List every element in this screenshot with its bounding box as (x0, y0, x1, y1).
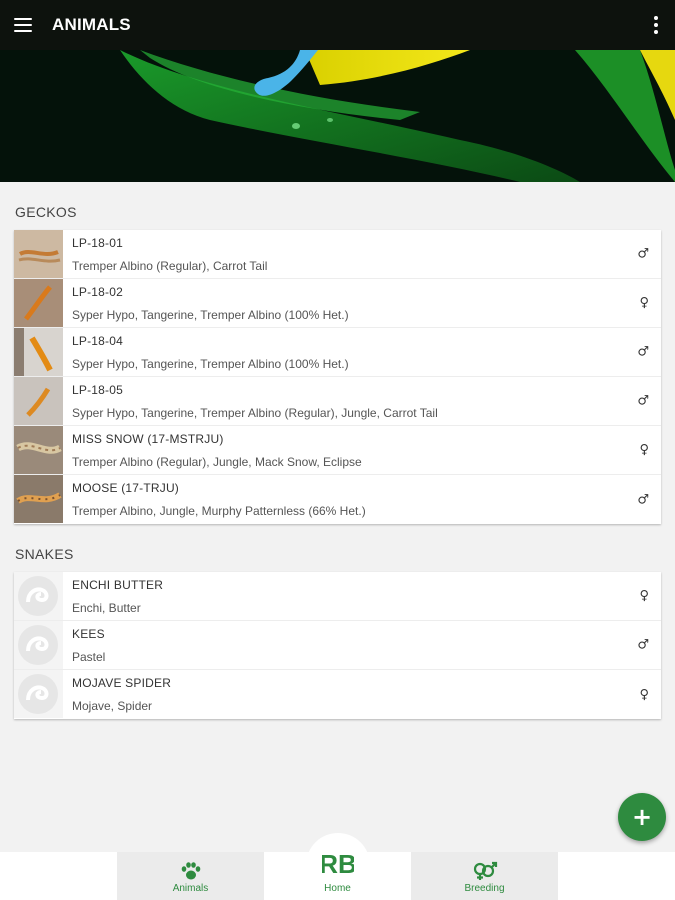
animal-name: LP-18-02 (72, 285, 123, 299)
animal-photo (14, 377, 63, 425)
page-title: ANIMALS (52, 15, 131, 34)
male-icon: ♂ (637, 637, 649, 653)
tab-animals-label: Animals (172, 883, 209, 894)
more-vert-icon[interactable] (643, 0, 669, 50)
female-icon: ♀ (639, 687, 649, 702)
paw-icon (181, 862, 200, 880)
app-bar: ANIMALS (0, 0, 675, 50)
animal-genes: Syper Hypo, Tangerine, Tremper Albino (R… (72, 406, 438, 420)
snake-placeholder-icon (14, 670, 63, 718)
animal-genes: Tremper Albino, Jungle, Murphy Patternle… (72, 504, 366, 518)
list-item[interactable]: LP-18-01 Tremper Albino (Regular), Carro… (14, 230, 661, 279)
snake-placeholder-icon (14, 572, 63, 620)
list-item[interactable]: MOOSE (17-TRJU) Tremper Albino, Jungle, … (14, 475, 661, 524)
female-icon: ♀ (639, 588, 649, 604)
animal-photo (14, 328, 63, 376)
animal-name: LP-18-05 (72, 383, 123, 397)
animal-genes: Syper Hypo, Tangerine, Tremper Albino (1… (72, 357, 349, 371)
section-title-snakes: SNAKES (15, 546, 74, 562)
list-item[interactable]: MISS SNOW (17-MSTRJU) Tremper Albino (Re… (14, 426, 661, 475)
snake-placeholder-icon (14, 621, 63, 669)
menu-button[interactable] (0, 0, 46, 50)
gender-symbols-icon (473, 861, 497, 880)
female-icon: ♀ (639, 442, 649, 458)
female-icon: ♀ (639, 295, 649, 311)
list-item[interactable]: ENCHI BUTTER Enchi, Butter ♀ (14, 572, 661, 621)
animal-photo (14, 279, 63, 327)
list-item[interactable]: LP-18-02 Syper Hypo, Tangerine, Tremper … (14, 279, 661, 328)
animal-genes: Tremper Albino (Regular), Carrot Tail (72, 259, 268, 273)
list-item[interactable]: MOJAVE SPIDER Mojave, Spider ♀ (14, 670, 661, 719)
tab-home-label: Home (324, 883, 351, 894)
animal-name: ENCHI BUTTER (72, 578, 164, 592)
male-icon: ♂ (637, 393, 649, 409)
tab-breeding-label: Breeding (464, 883, 505, 894)
header-image (0, 50, 675, 182)
animal-photo (14, 426, 63, 474)
plus-icon: + (631, 803, 653, 831)
animal-name: LP-18-01 (72, 236, 123, 250)
animal-name: KEES (72, 627, 105, 641)
male-icon: ♂ (637, 344, 649, 360)
geckos-list: LP-18-01 Tremper Albino (Regular), Carro… (14, 230, 661, 524)
animal-photo (14, 230, 63, 278)
animal-name: MOOSE (17-TRJU) (72, 481, 180, 495)
animal-genes: Pastel (72, 650, 106, 664)
animal-genes: Tremper Albino (Regular), Jungle, Mack S… (72, 455, 362, 469)
snakes-list: ENCHI BUTTER Enchi, Butter ♀ KEES Pastel… (14, 572, 661, 719)
section-title-geckos: GECKOS (15, 204, 77, 220)
list-item[interactable]: KEES Pastel ♂ (14, 621, 661, 670)
tab-breeding[interactable]: Breeding (411, 852, 558, 900)
animal-photo (14, 475, 63, 523)
animal-name: LP-18-04 (72, 334, 123, 348)
animal-genes: Mojave, Spider (72, 699, 153, 713)
app-logo-icon: RB (322, 848, 354, 878)
animal-name: MISS SNOW (17-MSTRJU) (72, 432, 224, 446)
list-item[interactable]: LP-18-04 Syper Hypo, Tangerine, Tremper … (14, 328, 661, 377)
male-icon: ♂ (637, 246, 649, 262)
hamburger-icon (14, 18, 32, 32)
animal-genes: Syper Hypo, Tangerine, Tremper Albino (1… (72, 308, 349, 322)
add-animal-button[interactable]: + (618, 793, 666, 841)
animal-name: MOJAVE SPIDER (72, 676, 172, 690)
list-item[interactable]: LP-18-05 Syper Hypo, Tangerine, Tremper … (14, 377, 661, 426)
animal-genes: Enchi, Butter (72, 601, 141, 615)
male-icon: ♂ (637, 492, 649, 507)
home-logo-text: RB (322, 849, 354, 878)
tab-animals[interactable]: Animals (117, 852, 264, 900)
